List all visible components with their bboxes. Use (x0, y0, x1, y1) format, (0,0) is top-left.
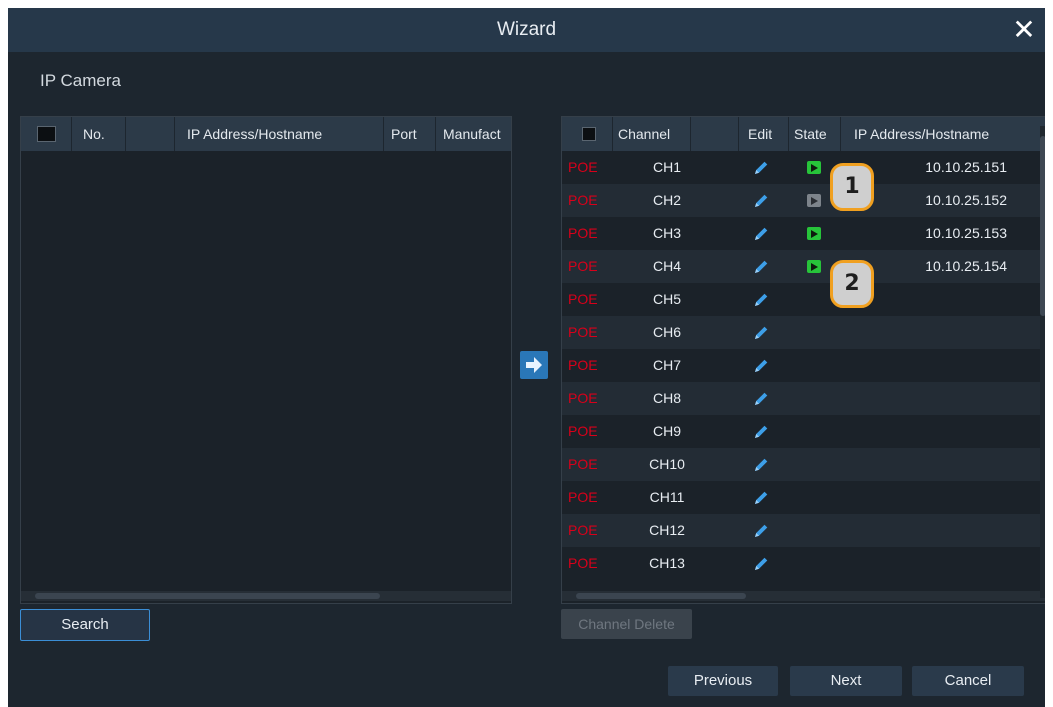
pencil-icon[interactable] (752, 456, 770, 474)
channel-name: CH4 (652, 258, 681, 274)
column-header-no[interactable]: No. (83, 117, 123, 151)
table-row[interactable]: POE CH7 (562, 349, 1045, 382)
channel-name: CH9 (652, 423, 681, 439)
ip-address: 10.10.25.154 (925, 258, 1007, 274)
poe-tag: POE (568, 489, 598, 505)
wizard-window: Wizard ✕ IP Camera No. IP Address/Hostna… (8, 8, 1045, 707)
horizontal-scrollbar[interactable] (21, 591, 511, 601)
vertical-scrollbar[interactable] (1040, 126, 1045, 598)
search-button[interactable]: Search (20, 609, 150, 641)
poe-tag: POE (568, 555, 598, 571)
table-header: No. IP Address/Hostname Port Manufact (21, 117, 511, 151)
section-title: IP Camera (40, 71, 121, 90)
table-row[interactable]: POE CH9 (562, 415, 1045, 448)
poe-tag: POE (568, 357, 598, 373)
table-row[interactable]: POE CH13 (562, 547, 1045, 580)
channel-name: CH1 (652, 159, 681, 175)
channel-name: CH6 (652, 324, 681, 340)
column-header-manufacturer[interactable]: Manufact (443, 117, 511, 151)
channel-name: CH5 (652, 291, 681, 307)
select-all-checkbox[interactable] (582, 127, 596, 141)
channel-name: CH12 (649, 522, 685, 538)
poe-tag: POE (568, 159, 598, 175)
channel-name: CH11 (649, 489, 685, 505)
play-icon[interactable] (807, 227, 821, 240)
pencil-icon[interactable] (752, 555, 770, 573)
search-results-table: No. IP Address/Hostname Port Manufact (20, 116, 512, 604)
pencil-icon[interactable] (752, 390, 770, 408)
pencil-icon[interactable] (752, 489, 770, 507)
channel-name: CH2 (652, 192, 681, 208)
pencil-icon[interactable] (752, 258, 770, 276)
scrollbar-thumb[interactable] (35, 593, 380, 599)
play-icon[interactable] (807, 260, 821, 273)
column-header-channel[interactable]: Channel (618, 117, 688, 151)
poe-tag: POE (568, 423, 598, 439)
table-row[interactable]: POE CH5 (562, 283, 1045, 316)
table-row[interactable]: POE CH1 10.10.25.151 (562, 151, 1045, 184)
ip-address: 10.10.25.151 (925, 159, 1007, 175)
poe-tag: POE (568, 390, 598, 406)
arrow-right-icon (526, 357, 542, 373)
table-row[interactable]: POE CH10 (562, 448, 1045, 481)
pencil-icon[interactable] (752, 192, 770, 210)
pencil-icon[interactable] (752, 324, 770, 342)
table-row[interactable]: POE CH3 10.10.25.153 (562, 217, 1045, 250)
poe-tag: POE (568, 192, 598, 208)
window-title: Wizard (496, 19, 557, 40)
column-header-state[interactable]: State (794, 117, 834, 151)
title-bar: Wizard ✕ (8, 8, 1045, 52)
callout-badge-1: 1 (830, 163, 874, 211)
poe-tag: POE (568, 258, 598, 274)
pencil-icon[interactable] (752, 291, 770, 309)
column-header-ip-address[interactable]: IP Address/Hostname (854, 117, 1039, 151)
channel-name: CH8 (652, 390, 681, 406)
previous-button[interactable]: Previous (668, 666, 778, 696)
select-all-checkbox[interactable] (37, 126, 56, 142)
pencil-icon[interactable] (752, 423, 770, 441)
channel-name: CH13 (649, 555, 685, 571)
poe-tag: POE (568, 522, 598, 538)
poe-tag: POE (568, 456, 598, 472)
channel-name: CH7 (652, 357, 681, 373)
pencil-icon[interactable] (752, 357, 770, 375)
column-header-ip-address[interactable]: IP Address/Hostname (187, 117, 377, 151)
table-row[interactable]: POE CH4 10.10.25.154 (562, 250, 1045, 283)
column-header-edit[interactable]: Edit (748, 117, 782, 151)
poe-tag: POE (568, 324, 598, 340)
poe-tag: POE (568, 291, 598, 307)
close-icon[interactable]: ✕ (1008, 14, 1040, 46)
poe-tag: POE (568, 225, 598, 241)
ip-address: 10.10.25.153 (925, 225, 1007, 241)
table-row[interactable]: POE CH8 (562, 382, 1045, 415)
table-row[interactable]: POE CH12 (562, 514, 1045, 547)
table-header: Channel Edit State IP Address/Hostname (562, 117, 1045, 151)
callout-badge-2: 2 (830, 260, 874, 308)
play-icon[interactable] (807, 194, 821, 207)
pencil-icon[interactable] (752, 522, 770, 540)
channel-delete-button[interactable]: Channel Delete (561, 609, 692, 639)
ip-address: 10.10.25.152 (925, 192, 1007, 208)
pencil-icon[interactable] (752, 159, 770, 177)
scrollbar-thumb[interactable] (576, 593, 746, 599)
channel-table: Channel Edit State IP Address/Hostname P… (561, 116, 1045, 604)
add-camera-button[interactable] (520, 351, 548, 379)
table-row[interactable]: POE CH11 (562, 481, 1045, 514)
pencil-icon[interactable] (752, 225, 770, 243)
channel-name: CH10 (649, 456, 685, 472)
scrollbar-thumb[interactable] (1040, 136, 1045, 316)
channel-name: CH3 (652, 225, 681, 241)
column-header-port[interactable]: Port (391, 117, 431, 151)
cancel-button[interactable]: Cancel (912, 666, 1024, 696)
next-button[interactable]: Next (790, 666, 902, 696)
play-icon[interactable] (807, 161, 821, 174)
table-row[interactable]: POE CH6 (562, 316, 1045, 349)
table-row[interactable]: POE CH2 10.10.25.152 (562, 184, 1045, 217)
horizontal-scrollbar[interactable] (562, 591, 1045, 601)
